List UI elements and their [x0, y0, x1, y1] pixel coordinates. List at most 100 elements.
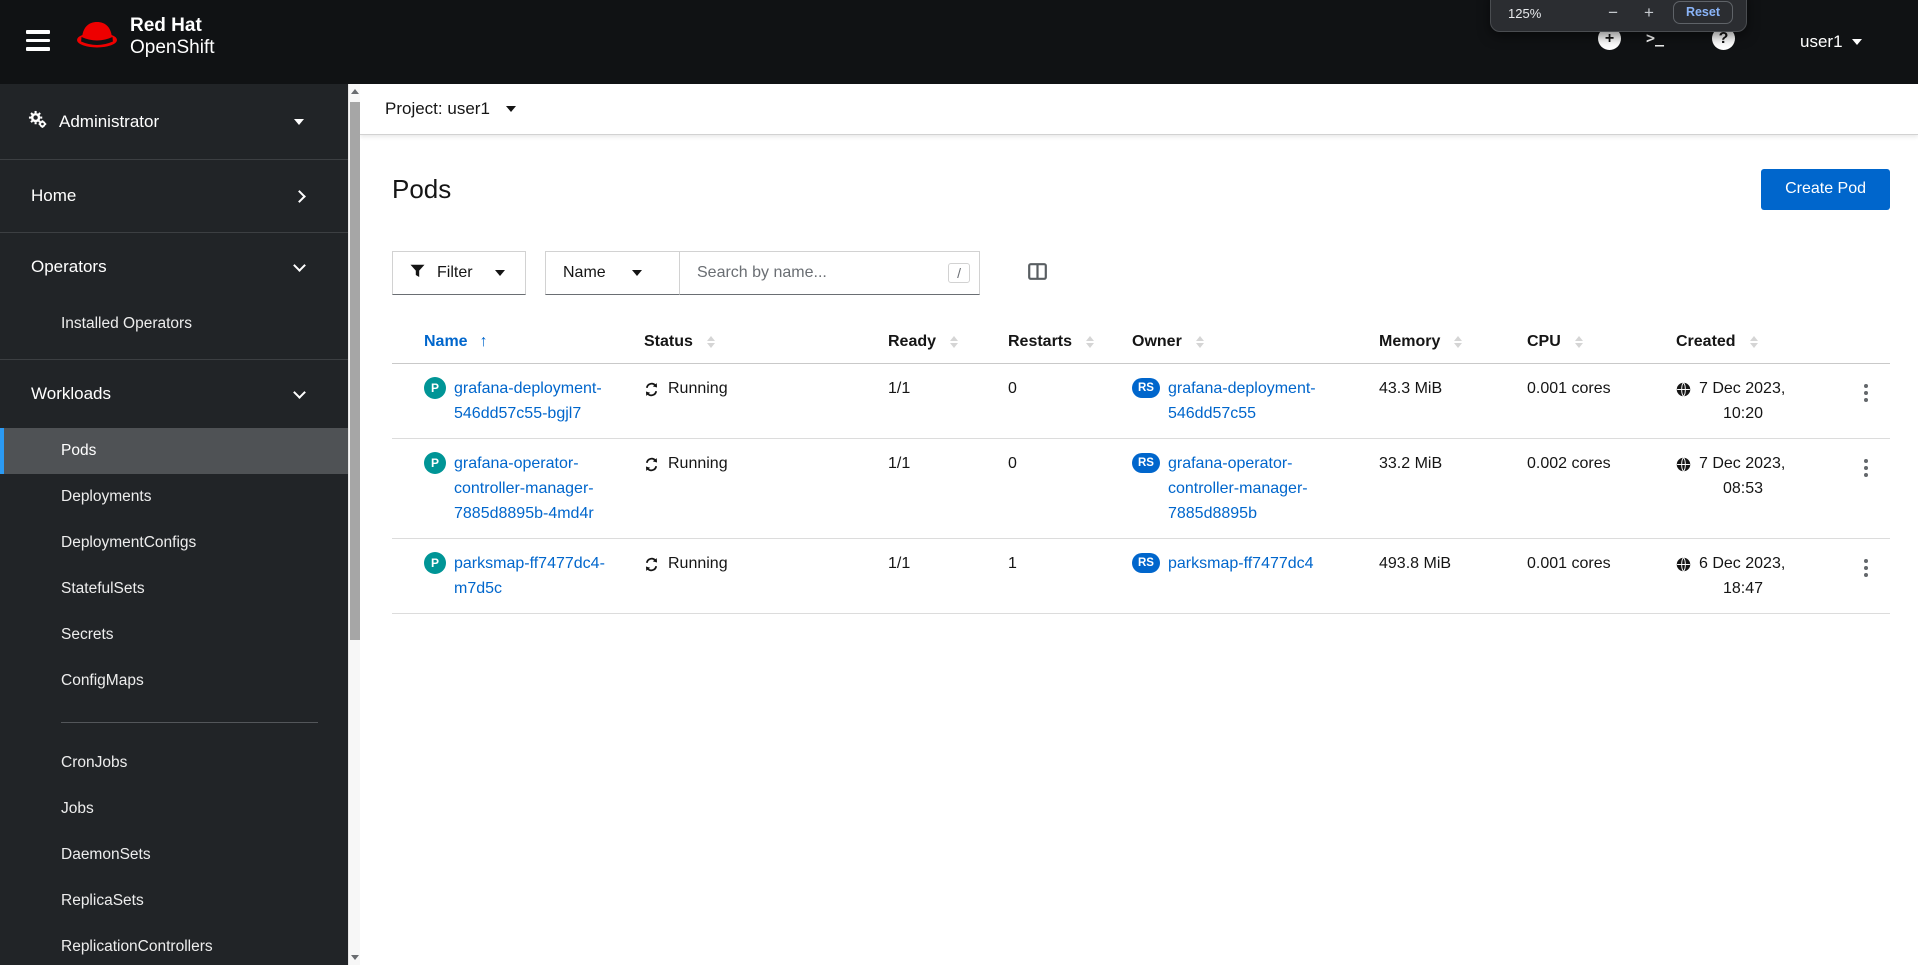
pod-name-link[interactable]: grafana-operator-controller-manager-7885… — [454, 451, 628, 526]
status-text: Running — [668, 380, 728, 397]
sidebar-group-operators[interactable]: Operators — [0, 233, 348, 301]
zoom-out-button[interactable]: − — [1608, 4, 1618, 24]
column-header-created[interactable]: Created — [1676, 333, 1841, 351]
search-attribute-dropdown[interactable]: Name — [545, 251, 680, 295]
pod-badge: P — [424, 452, 446, 474]
kebab-menu-button[interactable] — [1856, 380, 1876, 406]
column-header-name[interactable]: Name ↑ — [392, 333, 644, 351]
keyboard-shortcut-badge: / — [948, 263, 970, 283]
replicaset-badge: RS — [1132, 553, 1160, 573]
nav-toggle-hamburger-icon[interactable] — [24, 28, 52, 53]
sort-icon — [1749, 336, 1758, 348]
restarts-cell: 1 — [1008, 555, 1017, 572]
user-menu-label: user1 — [1800, 32, 1843, 51]
caret-down-icon — [294, 118, 304, 125]
kebab-menu-button[interactable] — [1856, 455, 1876, 481]
sort-icon — [950, 336, 959, 348]
globe-timestamp-icon — [1676, 555, 1691, 580]
ready-cell: 1/1 — [888, 455, 911, 472]
globe-timestamp-icon — [1676, 380, 1691, 405]
caret-down-icon — [1851, 39, 1862, 45]
project-selector[interactable]: Project: user1 — [385, 99, 516, 119]
sidebar-nav-link[interactable]: Deployments — [0, 474, 348, 520]
sort-icon — [706, 336, 715, 348]
sidebar-nav-link[interactable]: DeploymentConfigs — [0, 520, 348, 566]
caret-down-icon — [505, 106, 516, 112]
sidebar-nav-link[interactable]: ConfigMaps — [0, 658, 348, 704]
sidebar-nav-link[interactable]: ReplicaSets — [0, 878, 348, 924]
columns-icon — [1028, 263, 1047, 283]
globe-timestamp-icon — [1676, 455, 1691, 480]
create-pod-button[interactable]: Create Pod — [1761, 168, 1890, 210]
caret-down-icon — [495, 270, 505, 276]
zoom-reset-button[interactable]: Reset — [1672, 1, 1733, 24]
sort-icon — [1454, 336, 1463, 348]
cpu-cell: 0.001 cores — [1527, 555, 1611, 572]
filter-dropdown[interactable]: Filter — [392, 251, 526, 295]
perspective-label: Administrator — [59, 111, 160, 131]
perspective-switcher[interactable]: Administrator — [0, 84, 348, 160]
sidebar-group-home[interactable]: Home — [0, 160, 348, 232]
sort-icon — [1195, 336, 1204, 348]
ready-cell: 1/1 — [888, 380, 911, 397]
table-row: P grafana-deployment-546dd57c55-bgjl7 Ru… — [392, 364, 1890, 439]
owner-link[interactable]: parksmap-ff7477dc4 — [1168, 551, 1314, 576]
replicaset-badge: RS — [1132, 378, 1160, 398]
column-header-restarts[interactable]: Restarts — [1008, 333, 1132, 351]
column-header-cpu[interactable]: CPU — [1527, 333, 1676, 351]
owner-link[interactable]: grafana-operator-controller-manager-7885… — [1168, 451, 1363, 526]
owner-link[interactable]: grafana-deployment-546dd57c55 — [1168, 376, 1363, 426]
sidebar-group-workloads[interactable]: Workloads — [0, 360, 348, 428]
sidebar-scrollbar — [348, 84, 360, 965]
zoom-in-button[interactable]: + — [1644, 4, 1654, 24]
pod-badge: P — [424, 377, 446, 399]
memory-cell: 493.8 MiB — [1379, 555, 1452, 572]
column-header-status[interactable]: Status — [644, 333, 888, 351]
user-menu[interactable]: user1 — [1800, 0, 1862, 84]
project-prefix: Project: — [385, 99, 443, 118]
search-input[interactable] — [680, 264, 949, 282]
manage-columns-button[interactable] — [1024, 259, 1051, 287]
sync-running-icon — [644, 455, 659, 480]
restarts-cell: 0 — [1008, 380, 1017, 397]
chevron-down-icon — [293, 258, 306, 272]
pod-name-link[interactable]: grafana-deployment-546dd57c55-bgjl7 — [454, 376, 628, 426]
column-header-ready[interactable]: Ready — [888, 333, 1008, 351]
nav-divider — [61, 722, 318, 723]
sidebar-nav-link[interactable]: DaemonSets — [0, 832, 348, 878]
sort-ascending-icon: ↑ — [479, 333, 488, 350]
caret-down-icon — [631, 270, 642, 276]
redhat-fedora-icon — [74, 19, 120, 56]
kebab-menu-button[interactable] — [1856, 555, 1876, 581]
ready-cell: 1/1 — [888, 555, 911, 572]
status-text: Running — [668, 455, 728, 472]
masthead: Red Hat OpenShift + >_ ? user1 125% − + … — [0, 0, 1918, 84]
sidebar-nav-link[interactable]: Jobs — [0, 786, 348, 832]
scrollbar-up-arrow[interactable] — [351, 89, 359, 94]
list-toolbar: Filter Name / — [392, 251, 1890, 295]
main-content: Project: user1 Pods Create Pod Filter Na… — [360, 84, 1918, 965]
sidebar-nav-link[interactable]: Secrets — [0, 612, 348, 658]
pod-name-link[interactable]: parksmap-ff7477dc4-m7d5c — [454, 551, 628, 601]
sidebar-nav-link[interactable]: ReplicationControllers — [0, 924, 348, 965]
redhat-openshift-logo[interactable]: Red Hat OpenShift — [74, 15, 215, 59]
column-header-owner[interactable]: Owner — [1132, 333, 1379, 351]
sidebar-nav-link[interactable]: CronJobs — [0, 740, 348, 786]
operators-subnav: Installed Operators — [0, 301, 348, 347]
created-timestamp: 7 Dec 2023, 08:53 — [1699, 455, 1786, 497]
memory-cell: 33.2 MiB — [1379, 455, 1443, 472]
sidebar-nav-link[interactable]: Pods — [0, 428, 348, 474]
sort-icon — [1086, 336, 1095, 348]
sidebar-nav-link[interactable]: StatefulSets — [0, 566, 348, 612]
gears-icon — [28, 110, 47, 134]
sort-icon — [1574, 336, 1583, 348]
scrollbar-down-arrow[interactable] — [351, 955, 359, 960]
logo-product: OpenShift — [130, 37, 215, 58]
scrollbar-thumb[interactable] — [350, 102, 360, 640]
column-header-memory[interactable]: Memory — [1379, 333, 1527, 351]
sync-running-icon — [644, 555, 659, 580]
restarts-cell: 0 — [1008, 455, 1017, 472]
pods-table: Name ↑ Status Ready Restarts Owner Memor… — [392, 321, 1890, 614]
sidebar-nav-link[interactable]: Installed Operators — [0, 301, 348, 347]
sidebar-nav: Administrator Home Operators Installed O… — [0, 84, 348, 965]
